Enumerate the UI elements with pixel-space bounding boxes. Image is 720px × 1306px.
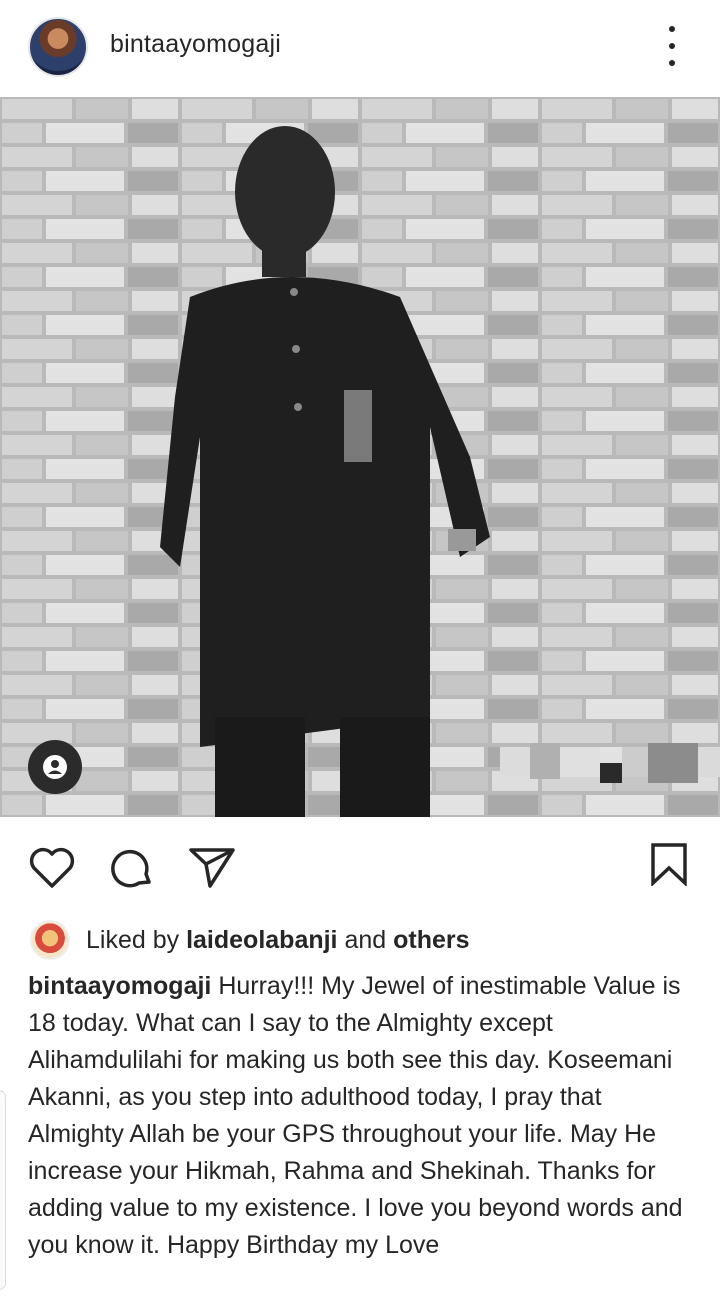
heart-icon[interactable] bbox=[28, 846, 76, 895]
bookmark-icon[interactable] bbox=[650, 842, 688, 891]
author-avatar[interactable] bbox=[28, 17, 88, 77]
post-caption: bintaayomogaji Hurray!!! My Jewel of ine… bbox=[28, 968, 698, 1264]
caption-username[interactable]: bintaayomogaji bbox=[28, 972, 211, 1000]
send-icon[interactable] bbox=[188, 846, 236, 895]
comment-icon[interactable] bbox=[108, 844, 156, 897]
likes-text[interactable]: Liked by laideolabanji and others bbox=[86, 926, 470, 955]
action-bar bbox=[0, 830, 720, 900]
more-vertical-icon[interactable] bbox=[662, 26, 682, 66]
liker-avatar[interactable] bbox=[30, 920, 70, 960]
post-photo[interactable] bbox=[0, 97, 720, 817]
likes-row: Liked by laideolabanji and others bbox=[30, 920, 470, 960]
caption-text: Hurray!!! My Jewel of inestimable Value … bbox=[28, 972, 683, 1259]
likes-others[interactable]: others bbox=[393, 926, 469, 954]
author-username[interactable]: bintaayomogaji bbox=[110, 30, 281, 59]
post-header: bintaayomogaji bbox=[0, 0, 720, 96]
user-tag-icon[interactable] bbox=[28, 740, 82, 794]
liker-username[interactable]: laideolabanji bbox=[186, 926, 337, 954]
edge-handle[interactable] bbox=[0, 1090, 6, 1290]
